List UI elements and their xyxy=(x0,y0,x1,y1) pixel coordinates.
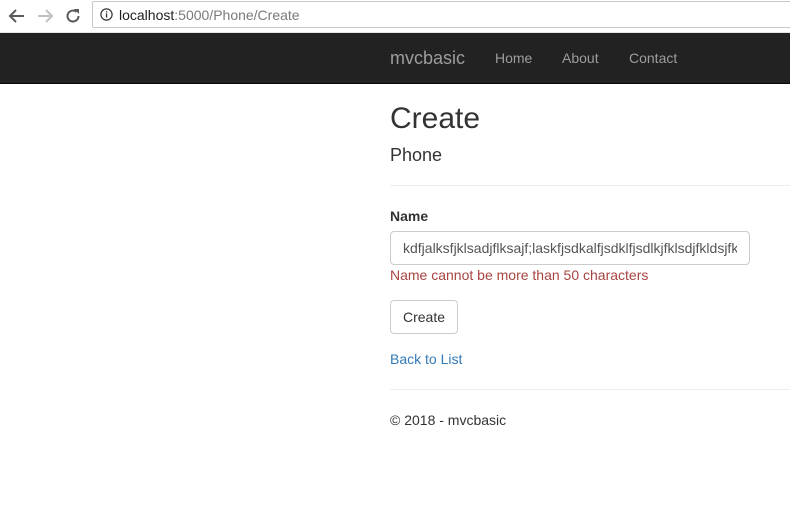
arrow-left-icon xyxy=(8,9,24,23)
arrow-right-icon xyxy=(38,9,54,23)
nav-link-about[interactable]: About xyxy=(562,50,599,66)
page-subtitle: Phone xyxy=(390,145,443,165)
info-icon[interactable] xyxy=(100,8,113,21)
page-title: Create xyxy=(390,102,481,135)
name-validation-error: Name cannot be more than 50 characters xyxy=(390,267,649,283)
back-to-list-link[interactable]: Back to List xyxy=(390,351,462,367)
name-label: Name xyxy=(390,208,429,224)
divider xyxy=(390,185,790,186)
browser-toolbar: localhost:5000/Phone/Create xyxy=(0,0,790,33)
reload-icon xyxy=(66,9,80,23)
address-bar[interactable]: localhost:5000/Phone/Create xyxy=(92,1,790,28)
reload-button[interactable] xyxy=(61,4,85,28)
back-button[interactable] xyxy=(5,4,29,28)
create-button[interactable]: Create xyxy=(390,300,458,334)
site-navbar: mvcbasic Home About Contact xyxy=(0,33,790,84)
forward-button[interactable] xyxy=(33,4,57,28)
nav-link-contact[interactable]: Contact xyxy=(629,50,677,66)
url-text: localhost:5000/Phone/Create xyxy=(119,7,300,23)
url-host: localhost xyxy=(119,7,175,23)
footer-copyright: © 2018 - mvcbasic xyxy=(390,412,507,428)
url-path: :5000/Phone/Create xyxy=(174,7,300,23)
navbar-brand[interactable]: mvcbasic xyxy=(390,48,465,68)
footer-divider xyxy=(390,389,790,390)
name-input[interactable] xyxy=(390,231,750,265)
nav-link-home[interactable]: Home xyxy=(495,50,532,66)
